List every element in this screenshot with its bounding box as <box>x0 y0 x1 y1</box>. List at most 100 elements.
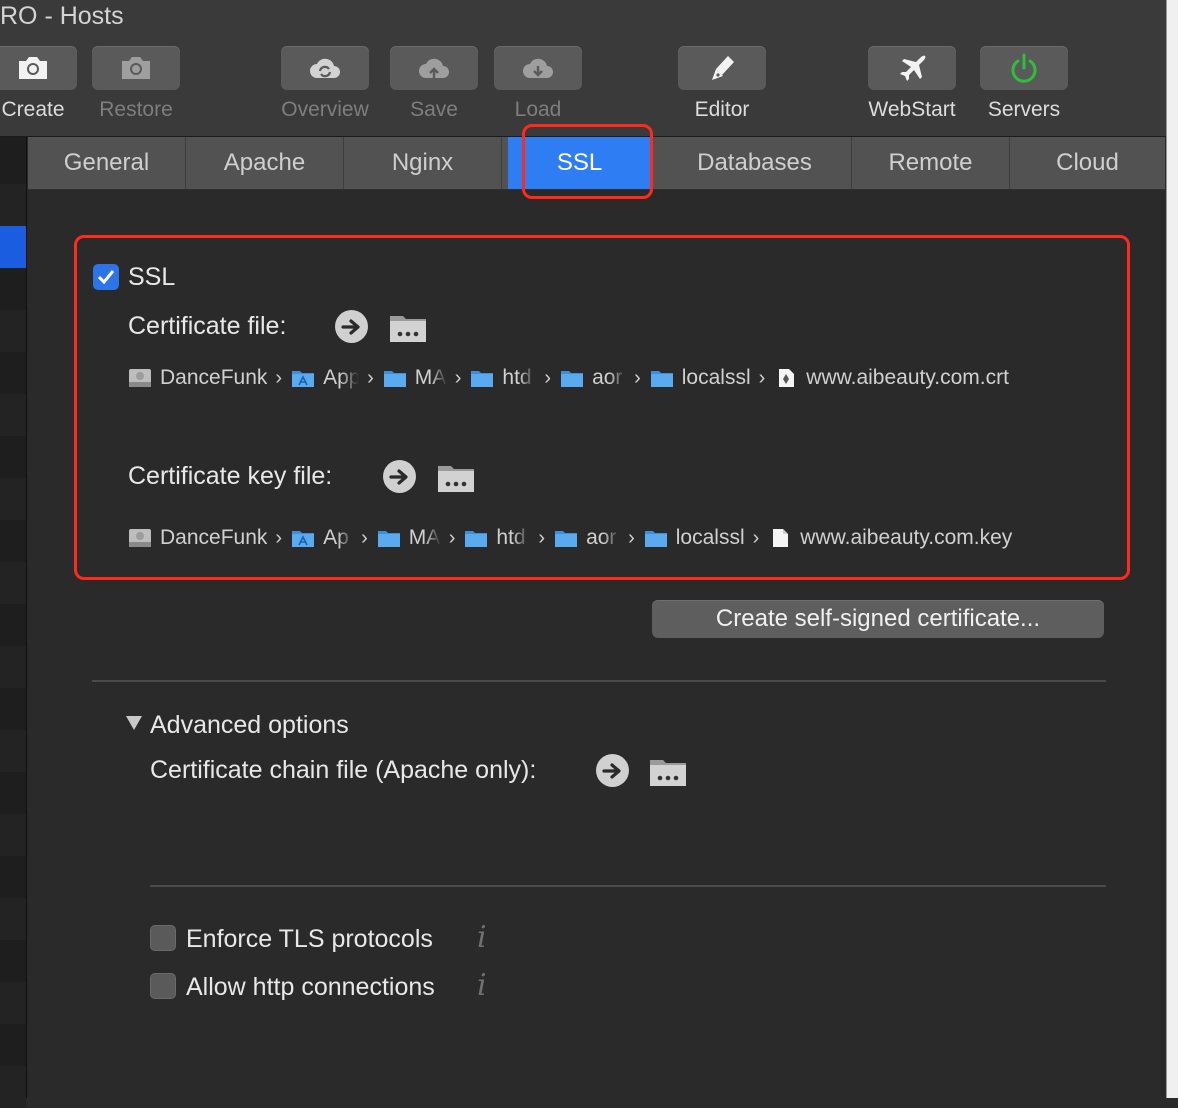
hard-drive-icon <box>129 369 151 387</box>
choose-folder-icon[interactable] <box>648 754 688 788</box>
folder-icon <box>555 531 578 547</box>
tab-remote[interactable]: Remote <box>852 137 1010 189</box>
applications-folder-icon <box>292 531 315 547</box>
path-segment[interactable]: www.aibeauty.com.key <box>768 526 1012 550</box>
restore-label: Restore <box>99 98 173 121</box>
create-self-signed-certificate-button[interactable]: Create self-signed certificate... <box>652 600 1104 638</box>
path-segment[interactable]: App <box>291 366 359 390</box>
editor-label: Editor <box>694 98 750 121</box>
path-segment[interactable]: DanceFunk <box>128 366 267 390</box>
load-button[interactable] <box>494 46 582 90</box>
tab-databases[interactable]: Databases <box>658 137 852 189</box>
reveal-arrow-icon[interactable] <box>335 310 368 343</box>
applications-folder-icon <box>292 371 315 387</box>
reveal-arrow-icon[interactable] <box>383 460 416 493</box>
tab-nginx[interactable]: Nginx <box>344 137 502 189</box>
sidebar-row[interactable] <box>0 814 26 856</box>
chevron-right-icon: › <box>634 366 641 389</box>
toolbar-webstart[interactable]: WebStart <box>857 46 967 122</box>
overview-label: Overview <box>281 98 369 121</box>
toolbar-overview[interactable]: Overview <box>270 46 380 122</box>
restore-button[interactable] <box>92 46 180 90</box>
enforce-tls-checkbox[interactable] <box>150 925 176 951</box>
choose-folder-icon[interactable] <box>436 460 476 494</box>
cloud-upload-icon <box>419 58 449 78</box>
disclosure-triangle-icon[interactable] <box>126 716 142 730</box>
certificate-key-path[interactable]: DanceFunk › Ap › MA › htd › aor › locals… <box>128 523 1012 553</box>
toolbar-create[interactable]: Create <box>0 46 88 122</box>
window-title: RO - Hosts <box>0 2 124 30</box>
chevron-right-icon: › <box>538 526 546 549</box>
sidebar-row[interactable] <box>0 394 26 436</box>
tab-general[interactable]: General <box>28 137 186 189</box>
advanced-options-title[interactable]: Advanced options <box>150 711 349 740</box>
hard-drive-icon <box>129 529 151 547</box>
toolbar-save[interactable]: Save <box>379 46 489 122</box>
certificate-file-icon <box>779 369 795 387</box>
certificate-path[interactable]: DanceFunk › App › MA › htd › aor › local… <box>128 363 1009 393</box>
create-button[interactable] <box>0 46 77 90</box>
sidebar-row[interactable] <box>0 310 26 352</box>
folder-icon <box>650 371 673 387</box>
path-segment[interactable]: htd <box>464 526 530 550</box>
path-segment[interactable]: MA <box>377 526 441 550</box>
tab-cloud[interactable]: Cloud <box>1010 137 1165 189</box>
info-icon[interactable]: i <box>477 968 487 1003</box>
path-segment[interactable]: localssl <box>650 366 751 390</box>
sidebar-row-selected[interactable] <box>0 226 26 268</box>
sidebar-row[interactable] <box>0 478 26 520</box>
cloud-download-icon <box>523 58 553 78</box>
allow-http-checkbox[interactable] <box>150 973 176 999</box>
airplane-icon <box>900 55 926 81</box>
editor-button[interactable] <box>678 46 766 90</box>
path-segment[interactable]: MA <box>383 366 447 390</box>
toolbar-editor[interactable]: Editor <box>667 46 777 122</box>
certificate-key-file-label: Certificate key file: <box>128 462 333 490</box>
section-divider <box>150 885 1106 887</box>
servers-button[interactable] <box>980 46 1068 90</box>
ssl-label: SSL <box>128 263 176 291</box>
ssl-tab-highlight <box>522 124 653 199</box>
path-segment[interactable]: Ap <box>291 526 353 550</box>
sidebar-row[interactable] <box>0 982 26 1024</box>
overview-button[interactable] <box>281 46 369 90</box>
sidebar-row[interactable] <box>0 730 26 772</box>
reveal-arrow-icon[interactable] <box>596 754 629 787</box>
folder-icon <box>561 371 584 387</box>
choose-folder-icon[interactable] <box>388 310 428 344</box>
sidebar-row[interactable] <box>0 184 26 226</box>
sidebar-row[interactable] <box>0 562 26 604</box>
path-segment[interactable]: aor <box>554 526 620 550</box>
toolbar-load[interactable]: Load <box>483 46 593 122</box>
cloud-sync-icon <box>310 58 340 78</box>
window-toolbar: RO - Hosts Create Restore Overview Save … <box>0 0 1166 137</box>
toolbar-servers[interactable]: Servers <box>969 46 1079 122</box>
allow-http-label: Allow http connections <box>186 973 435 1001</box>
toolbar-restore[interactable]: Restore <box>81 46 191 122</box>
sidebar-row[interactable] <box>0 1066 26 1108</box>
sidebar-row[interactable] <box>0 646 26 688</box>
chevron-right-icon: › <box>275 366 283 389</box>
path-segment[interactable]: www.aibeauty.com.crt <box>774 366 1009 390</box>
enforce-tls-label: Enforce TLS protocols <box>186 925 433 953</box>
path-segment[interactable]: aor <box>560 366 626 390</box>
chevron-right-icon: › <box>361 526 368 549</box>
create-label: Create <box>1 98 65 121</box>
path-segment[interactable]: htd <box>470 366 536 390</box>
pen-nib-icon <box>712 56 734 80</box>
info-icon[interactable]: i <box>477 920 487 955</box>
chevron-right-icon: › <box>454 366 462 389</box>
chevron-right-icon: › <box>628 526 635 549</box>
chevron-right-icon: › <box>752 526 760 549</box>
path-segment[interactable]: DanceFunk <box>128 526 267 550</box>
folder-icon <box>471 371 494 387</box>
folder-icon <box>377 531 400 547</box>
hosts-sidebar <box>0 137 27 1108</box>
chevron-right-icon: › <box>367 366 374 389</box>
tab-apache[interactable]: Apache <box>186 137 344 189</box>
path-segment[interactable]: localssl <box>644 526 745 550</box>
ssl-checkbox[interactable] <box>93 264 119 290</box>
save-button[interactable] <box>390 46 478 90</box>
webstart-button[interactable] <box>868 46 956 90</box>
sidebar-row[interactable] <box>0 898 26 940</box>
